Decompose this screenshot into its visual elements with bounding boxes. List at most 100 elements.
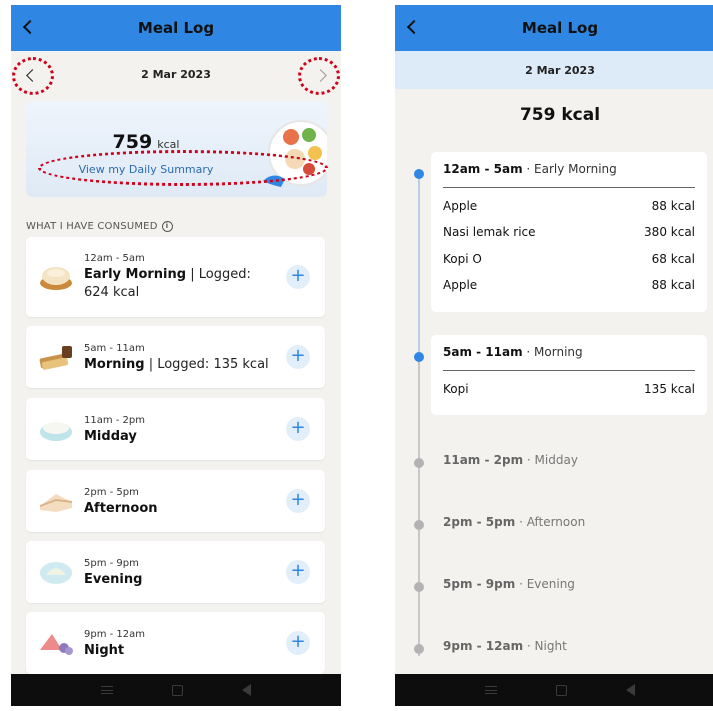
meal-log-screen-timeline: Meal Log 2 Mar 2023 759 kcal 12am - 5am … bbox=[395, 5, 713, 706]
timeline-dot bbox=[414, 582, 424, 592]
food-kcal: 88 kcal bbox=[651, 278, 695, 292]
meal-name: Night bbox=[84, 642, 124, 660]
recent-apps-icon[interactable] bbox=[100, 686, 113, 694]
meal-name-bold: Afternoon bbox=[84, 501, 158, 516]
food-name: Apple bbox=[443, 199, 478, 213]
meal-name-bold: Morning bbox=[84, 357, 145, 372]
meal-name-bold: Early Morning bbox=[84, 267, 187, 282]
meal-log-screen-overview: Meal Log 2 Mar 2023 759 kcal View my Dai… bbox=[11, 5, 341, 706]
slot-time: 5pm - 9pm bbox=[443, 577, 516, 591]
back-button[interactable] bbox=[406, 15, 429, 39]
meal-card-morning[interactable]: 5am - 11am Morning | Logged: 135 kcal + bbox=[26, 326, 325, 388]
total-kcal: 759 kcal bbox=[519, 105, 601, 125]
add-meal-button[interactable]: + bbox=[286, 631, 310, 655]
meal-card-early-morning[interactable]: 12am - 5am Early Morning | Logged: 624 k… bbox=[26, 237, 325, 317]
system-back-icon[interactable] bbox=[626, 684, 636, 696]
meal-name: Afternoon bbox=[84, 500, 158, 518]
back-button[interactable] bbox=[22, 15, 45, 39]
kaya-toast-icon bbox=[39, 346, 72, 370]
meal-card-night[interactable]: 9pm - 12am Night + bbox=[26, 612, 325, 674]
slot-label: · Early Morning bbox=[526, 162, 617, 176]
food-entry[interactable]: Nasi lemak rice 380 kcal bbox=[443, 225, 695, 239]
timeline-dot-active bbox=[414, 169, 424, 179]
food-name: Nasi lemak rice bbox=[443, 225, 536, 239]
meal-time: 9pm - 12am bbox=[84, 629, 146, 640]
food-kcal: 68 kcal bbox=[651, 252, 695, 266]
meal-card-afternoon[interactable]: 2pm - 5pm Afternoon + bbox=[26, 470, 325, 532]
slot-header: 12am - 5am · Early Morning bbox=[443, 162, 695, 188]
meal-name: Morning | Logged: 135 kcal bbox=[84, 356, 284, 374]
dumpling-icon bbox=[40, 562, 72, 584]
slot-evening[interactable]: 5pm - 9pm · Evening bbox=[443, 577, 575, 591]
meal-time: 5pm - 9pm bbox=[84, 558, 139, 569]
dimsum-icon bbox=[40, 267, 72, 290]
meal-name-bold: Evening bbox=[84, 572, 143, 587]
date-band: 2 Mar 2023 bbox=[395, 51, 713, 89]
home-icon[interactable] bbox=[555, 684, 567, 696]
meal-logged: | Logged: 135 kcal bbox=[148, 357, 269, 372]
food-entry[interactable]: Apple 88 kcal bbox=[443, 278, 695, 292]
page-title: Meal Log bbox=[521, 19, 599, 37]
timeline-line-active bbox=[418, 171, 420, 357]
meal-name: Early Morning | Logged: 624 kcal bbox=[84, 266, 274, 302]
meal-name-bold: Night bbox=[84, 643, 125, 658]
food-entry[interactable]: Kopi 135 kcal bbox=[443, 382, 695, 396]
system-nav-bar bbox=[11, 674, 341, 706]
current-date: 2 Mar 2023 bbox=[525, 63, 595, 77]
food-entry[interactable]: Kopi O 68 kcal bbox=[443, 252, 695, 266]
slot-time: 12am - 5am bbox=[443, 162, 523, 176]
add-meal-button[interactable]: + bbox=[286, 265, 310, 289]
slot-label: · Night bbox=[526, 639, 567, 653]
slot-label: · Midday bbox=[526, 453, 578, 467]
food-name: Apple bbox=[443, 278, 478, 292]
highlight-ring-next bbox=[298, 57, 340, 95]
section-label-text: WHAT I HAVE CONSUMED bbox=[26, 221, 158, 232]
slot-label: · Morning bbox=[526, 345, 583, 359]
recent-apps-icon[interactable] bbox=[484, 686, 497, 694]
page-title: Meal Log bbox=[137, 19, 215, 37]
add-meal-button[interactable]: + bbox=[286, 489, 310, 513]
current-date: 2 Mar 2023 bbox=[141, 67, 211, 81]
meal-time: 5am - 11am bbox=[84, 343, 145, 354]
info-icon[interactable]: i bbox=[161, 221, 173, 232]
app-bar: Meal Log bbox=[11, 5, 341, 51]
highlight-ring-prev bbox=[12, 57, 54, 95]
slot-midday[interactable]: 11am - 2pm · Midday bbox=[443, 453, 578, 467]
log-card-early-morning[interactable]: 12am - 5am · Early Morning Apple 88 kcal … bbox=[431, 152, 707, 312]
meal-time: 12am - 5am bbox=[84, 253, 145, 264]
add-meal-button[interactable]: + bbox=[286, 560, 310, 584]
section-label: WHAT I HAVE CONSUMED i bbox=[26, 221, 173, 232]
meal-card-evening[interactable]: 5pm - 9pm Evening + bbox=[26, 541, 325, 603]
slot-time: 5am - 11am bbox=[443, 345, 523, 359]
timeline-dot bbox=[414, 458, 424, 468]
timeline-dot bbox=[414, 644, 424, 654]
back-chevron-icon bbox=[22, 19, 38, 35]
slot-time: 11am - 2pm bbox=[443, 453, 524, 467]
food-kcal: 380 kcal bbox=[644, 225, 695, 239]
log-card-morning[interactable]: 5am - 11am · Morning Kopi 135 kcal bbox=[431, 335, 707, 415]
slot-time: 2pm - 5pm bbox=[443, 515, 516, 529]
add-meal-button[interactable]: + bbox=[286, 345, 310, 369]
meal-name: Midday bbox=[84, 428, 137, 446]
system-nav-bar bbox=[395, 674, 713, 706]
meal-time: 2pm - 5pm bbox=[84, 487, 139, 498]
slot-afternoon[interactable]: 2pm - 5pm · Afternoon bbox=[443, 515, 585, 529]
food-entry[interactable]: Apple 88 kcal bbox=[443, 199, 695, 213]
back-chevron-icon bbox=[406, 19, 422, 35]
system-back-icon[interactable] bbox=[242, 684, 252, 696]
meal-card-midday[interactable]: 11am - 2pm Midday + bbox=[26, 398, 325, 460]
meal-name-bold: Midday bbox=[84, 429, 137, 444]
food-name: Kopi bbox=[443, 382, 469, 396]
kueh-icon bbox=[39, 494, 73, 512]
food-kcal: 135 kcal bbox=[644, 382, 695, 396]
home-icon[interactable] bbox=[171, 684, 183, 696]
slot-label: · Evening bbox=[519, 577, 575, 591]
slot-night[interactable]: 9pm - 12am · Night bbox=[443, 639, 567, 653]
rice-bowl-icon bbox=[40, 422, 72, 441]
slot-label: · Afternoon bbox=[519, 515, 586, 529]
slot-header: 5am - 11am · Morning bbox=[443, 345, 695, 371]
date-navigator: 2 Mar 2023 bbox=[11, 51, 341, 97]
add-meal-button[interactable]: + bbox=[286, 417, 310, 441]
timeline-dot-active bbox=[414, 352, 424, 362]
app-bar: Meal Log bbox=[395, 5, 713, 51]
